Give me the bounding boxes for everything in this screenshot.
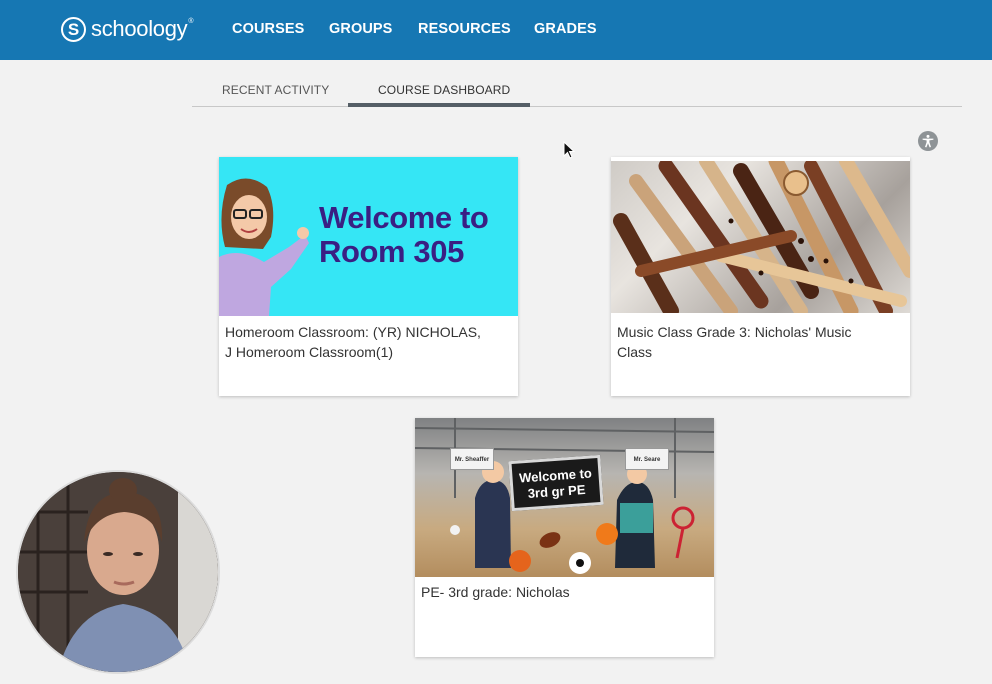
pe-welcome-sign: Welcome to 3rd gr PE xyxy=(508,454,604,512)
home-tabs: RECENT ACTIVITY COURSE DASHBOARD xyxy=(192,76,962,107)
logo-wordmark: schoology® xyxy=(91,16,194,41)
course-card-pe[interactable]: Mr. Sheaffer Mr. Seare Welcome to 3rd gr… xyxy=(415,418,714,657)
logo-name: schoology xyxy=(91,16,188,41)
course-card-music[interactable]: Music Class Grade 3: Nicholas' Music Cla… xyxy=(611,157,910,396)
accessibility-icon[interactable] xyxy=(918,131,938,151)
active-tab-indicator xyxy=(348,103,530,107)
webcam-overlay xyxy=(18,472,218,672)
welcome-line-1: Welcome to xyxy=(319,200,489,235)
speech-bubble-left: Mr. Sheaffer xyxy=(450,448,494,470)
course-image-music xyxy=(611,161,910,313)
tab-course-dashboard[interactable]: COURSE DASHBOARD xyxy=(378,83,510,97)
mouse-cursor-icon xyxy=(563,141,575,159)
schoology-s-icon: S xyxy=(61,16,86,42)
course-image-homeroom: Welcome to Room 305 xyxy=(219,157,518,316)
course-title-pe[interactable]: PE- 3rd grade: Nicholas xyxy=(421,582,683,602)
accessibility-figure-icon xyxy=(922,134,934,148)
tab-recent-activity[interactable]: RECENT ACTIVITY xyxy=(222,83,329,97)
schoology-logo[interactable]: S schoology® xyxy=(61,15,194,43)
nav-grades[interactable]: GRADES xyxy=(534,21,597,37)
top-navigation-bar: S schoology® COURSES GROUPS RESOURCES GR… xyxy=(0,0,992,60)
welcome-banner-text: Welcome to Room 305 xyxy=(319,200,489,269)
speech-bubble-right: Mr. Seare xyxy=(625,448,669,470)
course-title-music[interactable]: Music Class Grade 3: Nicholas' Music Cla… xyxy=(617,322,879,362)
course-title-homeroom[interactable]: Homeroom Classroom: (YR) NICHOLAS, J Hom… xyxy=(225,322,487,362)
recorders-photo xyxy=(613,161,910,313)
nav-courses[interactable]: COURSES xyxy=(232,21,304,37)
nav-resources[interactable]: RESOURCES xyxy=(418,21,511,37)
course-card-homeroom[interactable]: Welcome to Room 305 Homeroom Classroom: … xyxy=(219,157,518,396)
logo-mark-letter: S xyxy=(67,19,80,39)
course-image-pe: Mr. Sheaffer Mr. Seare Welcome to 3rd gr… xyxy=(415,418,714,577)
nav-groups[interactable]: GROUPS xyxy=(329,21,392,37)
teacher-avatar-icon xyxy=(219,178,309,316)
welcome-line-2: Room 305 xyxy=(319,234,464,269)
presenter-video xyxy=(18,472,218,672)
logo-trademark: ® xyxy=(188,18,194,25)
